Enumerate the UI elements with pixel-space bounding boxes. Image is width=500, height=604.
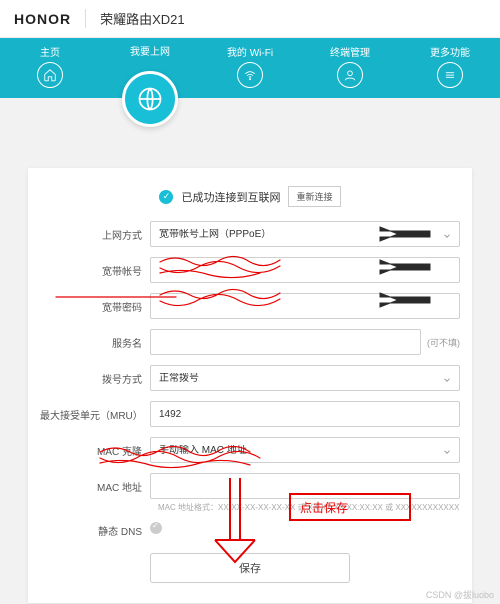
save-button[interactable]: 保存 [150, 553, 350, 583]
select-dial[interactable]: 正常拨号 [150, 365, 460, 391]
row-account: 宽带帐号 [40, 257, 460, 283]
connection-status: ✓ 已成功连接到互联网 重新连接 [40, 178, 460, 221]
input-password[interactable] [150, 293, 460, 319]
row-dns: 静态 DNS [40, 521, 460, 539]
globe-icon [122, 71, 178, 127]
label-mac: MAC 地址 [40, 479, 150, 494]
status-text: 已成功连接到互联网 [181, 189, 280, 205]
nav-label: 我的 Wi-Fi [227, 44, 273, 59]
select-macclone[interactable]: 手动输入 MAC 地址 [150, 437, 460, 463]
home-icon [37, 62, 63, 88]
check-icon: ✓ [159, 190, 173, 204]
label-mru: 最大接受单元（MRU） [40, 407, 150, 422]
hint-service: (可不填) [427, 336, 460, 349]
mac-format-hint: MAC 地址格式：XX-XX-XX-XX-XX-XX 或 XX:XX:XX:XX… [158, 503, 460, 513]
nav-more[interactable]: 更多功能 [420, 44, 480, 88]
label-password: 宽带密码 [40, 299, 150, 314]
label-account: 宽带帐号 [40, 263, 150, 278]
nav-label: 我要上网 [130, 43, 170, 58]
label-dial: 拨号方式 [40, 371, 150, 386]
app-header: HONOR 荣耀路由XD21 [0, 0, 500, 38]
nav-internet[interactable]: 我要上网 [120, 43, 180, 127]
row-password: 宽带密码 [40, 293, 460, 319]
nav-label: 主页 [40, 44, 60, 59]
settings-card: ✓ 已成功连接到互联网 重新连接 上网方式 宽带帐号上网（PPPoE） 宽带帐号… [28, 168, 472, 603]
row-mru: 最大接受单元（MRU） [40, 401, 460, 427]
label-service: 服务名 [40, 335, 150, 350]
row-dial: 拨号方式 正常拨号 [40, 365, 460, 391]
reconnect-button[interactable]: 重新连接 [288, 186, 340, 207]
menu-icon [437, 62, 463, 88]
nav-home[interactable]: 主页 [20, 44, 80, 88]
row-mac: MAC 地址 [40, 473, 460, 499]
input-mru[interactable] [150, 401, 460, 427]
user-icon [337, 62, 363, 88]
watermark: CSDN @拔luobo [426, 588, 494, 601]
nav-wifi[interactable]: 我的 Wi-Fi [220, 44, 280, 88]
input-account[interactable] [150, 257, 460, 283]
row-macclone: MAC 克隆 手动输入 MAC 地址 [40, 437, 460, 463]
input-service[interactable] [150, 329, 421, 355]
dns-toggle[interactable] [150, 522, 162, 534]
label-macclone: MAC 克隆 [40, 443, 150, 458]
wifi-icon [237, 62, 263, 88]
row-service: 服务名 (可不填) [40, 329, 460, 355]
nav-clients[interactable]: 终端管理 [320, 44, 380, 88]
select-mode[interactable]: 宽带帐号上网（PPPoE） [150, 221, 460, 247]
input-mac[interactable] [150, 473, 460, 499]
label-mode: 上网方式 [40, 227, 150, 242]
product-name: 荣耀路由XD21 [85, 9, 185, 28]
label-dns: 静态 DNS [40, 523, 150, 538]
main-nav: 主页 我要上网 我的 Wi-Fi 终端管理 更多功能 [0, 38, 500, 98]
brand-logo: HONOR [14, 11, 71, 27]
nav-label: 终端管理 [330, 44, 370, 59]
row-mode: 上网方式 宽带帐号上网（PPPoE） [40, 221, 460, 247]
nav-label: 更多功能 [430, 44, 470, 59]
